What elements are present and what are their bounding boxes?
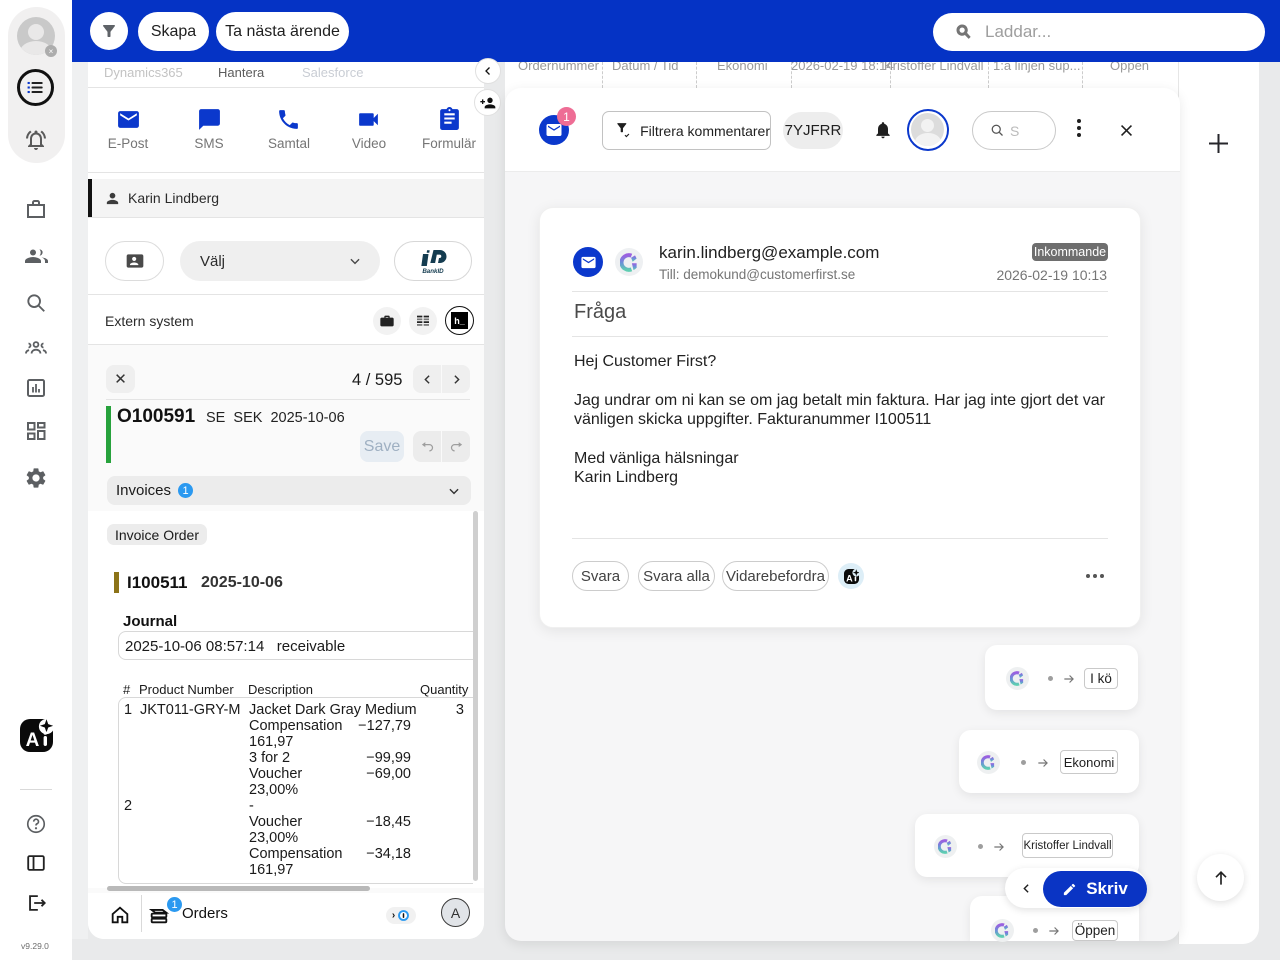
svg-text:BankID: BankID	[422, 268, 444, 275]
svg-text:A: A	[846, 573, 853, 583]
svg-text:A: A	[26, 730, 40, 751]
